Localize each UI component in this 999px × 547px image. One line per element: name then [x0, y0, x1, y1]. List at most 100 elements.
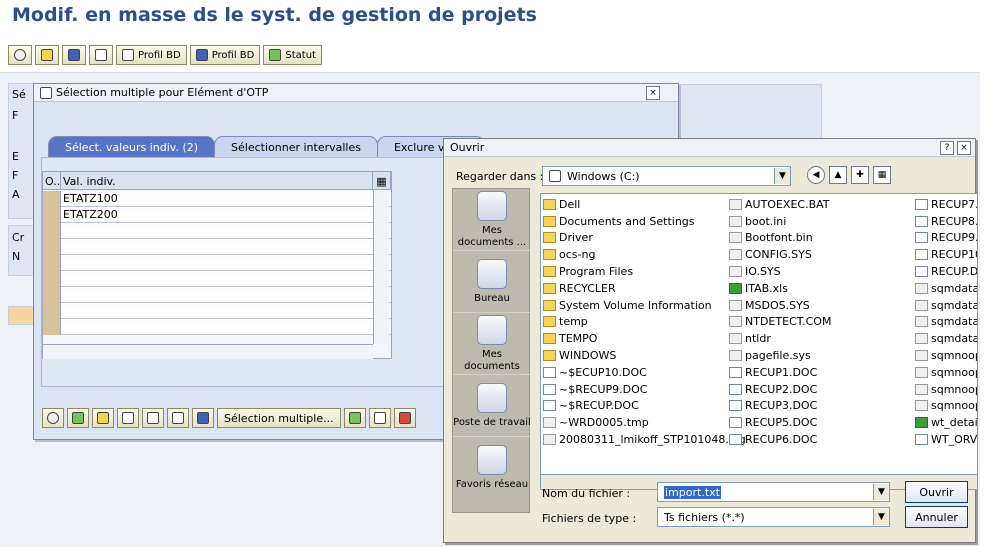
file-item[interactable]: System Volume Information: [543, 297, 728, 314]
file-item[interactable]: NTDETECT.COM: [729, 314, 914, 331]
file-item[interactable]: Bootfont.bin: [729, 230, 914, 247]
file-item[interactable]: RECUP3.DOC: [729, 398, 914, 415]
grid-row[interactable]: [43, 287, 391, 303]
new-folder-icon[interactable]: ✚: [851, 166, 869, 184]
grid-row[interactable]: [43, 303, 391, 319]
apply-button[interactable]: [92, 408, 114, 428]
file-item[interactable]: sqmdata0: [915, 314, 977, 331]
file-item[interactable]: RECUP6.DOC: [729, 431, 914, 448]
file-item[interactable]: RECUP9.D: [915, 230, 977, 247]
back-icon[interactable]: ◀: [807, 166, 825, 184]
close-icon[interactable]: ×: [957, 141, 971, 155]
row-selector[interactable]: [43, 223, 61, 239]
grid-row[interactable]: [43, 223, 391, 239]
file-item[interactable]: sqmnoopt: [915, 364, 977, 381]
grid-row[interactable]: [43, 255, 391, 271]
file-item[interactable]: sqmnoopt: [915, 398, 977, 415]
file-item[interactable]: temp: [543, 314, 728, 331]
file-item[interactable]: RECUP2.DOC: [729, 381, 914, 398]
row-selector[interactable]: [43, 255, 61, 271]
chevron-down-icon[interactable]: ▼: [774, 168, 790, 184]
toolbar-status-button[interactable]: Statut: [263, 45, 322, 65]
check-button[interactable]: [67, 408, 89, 428]
file-item[interactable]: IO.SYS: [729, 263, 914, 280]
file-item[interactable]: ITAB.xls: [729, 280, 914, 297]
file-item[interactable]: sqmnoopt: [915, 347, 977, 364]
row-selector[interactable]: [43, 319, 61, 335]
grid-horizontal-scrollbar[interactable]: [43, 344, 373, 359]
grid-settings-icon[interactable]: ▦: [373, 172, 391, 190]
toolbar-clock-button[interactable]: [8, 45, 32, 65]
grid-cell-value[interactable]: [61, 287, 373, 303]
file-item[interactable]: RECUP10: [915, 246, 977, 263]
tab-single-values[interactable]: Sélect. valeurs indiv. (2): [48, 136, 216, 158]
file-item[interactable]: RECUP8.D: [915, 213, 977, 230]
row-selector[interactable]: [43, 239, 61, 255]
file-item[interactable]: ~$RECUP9.DOC: [543, 381, 728, 398]
toolbar-table-button[interactable]: [89, 45, 113, 65]
grid-row[interactable]: [43, 319, 391, 335]
place-my-computer[interactable]: Poste de travail: [453, 375, 531, 437]
file-item[interactable]: ocs-ng: [543, 246, 728, 263]
file-item[interactable]: WINDOWS: [543, 347, 728, 364]
place-desktop[interactable]: Bureau: [453, 251, 531, 313]
import-button[interactable]: [343, 408, 366, 428]
copy-button[interactable]: [117, 408, 139, 428]
grid-row[interactable]: ETATZ200: [43, 207, 391, 223]
place-my-documents[interactable]: Mes documents ...: [453, 189, 531, 251]
grid-cell-value[interactable]: [61, 223, 373, 239]
grid-row[interactable]: ETATZ100: [43, 191, 391, 207]
multiple-selection-button[interactable]: Sélection multiple...: [217, 408, 341, 428]
grid-cell-value[interactable]: [61, 255, 373, 271]
up-folder-icon[interactable]: ▲: [829, 166, 847, 184]
file-item[interactable]: ~$RECUP.DOC: [543, 398, 728, 415]
row-selector[interactable]: [43, 207, 61, 223]
close-icon[interactable]: ×: [646, 85, 660, 100]
file-item[interactable]: RECUP.DO: [915, 263, 977, 280]
file-item[interactable]: Dell: [543, 196, 728, 213]
file-item[interactable]: ~$ECUP10.DOC: [543, 364, 728, 381]
filetype-select[interactable]: Ts fichiers (*.*) ▼: [657, 507, 890, 527]
toolbar-layout-button[interactable]: [35, 45, 59, 65]
grid-cell-value[interactable]: ETATZ100: [61, 191, 373, 207]
grid-row[interactable]: [43, 271, 391, 287]
place-network-favorites[interactable]: Favoris réseau: [453, 437, 531, 499]
cancel-button[interactable]: [393, 408, 416, 428]
grid-vertical-scrollbar[interactable]: [373, 190, 389, 344]
tab-select-intervals[interactable]: Sélectionner intervalles: [214, 136, 378, 158]
filename-value[interactable]: import.txt: [664, 485, 721, 499]
file-item[interactable]: MSDOS.SYS: [729, 297, 914, 314]
file-item[interactable]: CONFIG.SYS: [729, 246, 914, 263]
grid-cell-value[interactable]: [61, 239, 373, 255]
grid-cell-value[interactable]: ETATZ200: [61, 207, 373, 223]
row-selector[interactable]: [43, 303, 61, 319]
row-selector[interactable]: [43, 191, 61, 207]
grid-cell-value[interactable]: [61, 319, 373, 335]
view-menu-icon[interactable]: ▦: [873, 166, 891, 184]
open-button[interactable]: Ouvrir: [905, 481, 968, 503]
file-list[interactable]: Dell Documents and Settings Driver ocs-n…: [540, 193, 978, 475]
help-icon[interactable]: ?: [940, 141, 954, 155]
file-item[interactable]: sqmnoopt: [915, 381, 977, 398]
grid-cell-value[interactable]: [61, 271, 373, 287]
file-item[interactable]: wt_detail.: [915, 414, 977, 431]
file-item[interactable]: AUTOEXEC.BAT: [729, 196, 914, 213]
file-item[interactable]: boot.ini: [729, 213, 914, 230]
row-selector[interactable]: [43, 271, 61, 287]
look-in-combo[interactable]: Windows (C:) ▼: [542, 166, 791, 186]
file-item[interactable]: 20080311_lmikoff_STP101048.log: [543, 431, 746, 448]
chevron-down-icon[interactable]: ▼: [873, 509, 889, 525]
toolbar-profil-bd-button-1[interactable]: Profil BD: [116, 45, 187, 65]
chevron-down-icon[interactable]: ▼: [873, 484, 889, 500]
file-item[interactable]: ~WRD0005.tmp: [543, 414, 728, 431]
toolbar-profil-bd-button-2[interactable]: Profil BD: [189, 45, 261, 65]
file-item[interactable]: ntldr: [729, 330, 914, 347]
paste-button[interactable]: [142, 408, 164, 428]
cancel-button[interactable]: Annuler: [905, 506, 968, 528]
file-item[interactable]: TEMPO: [543, 330, 728, 347]
grid-row[interactable]: [43, 239, 391, 255]
delete-button[interactable]: [167, 408, 189, 428]
file-item[interactable]: RECYCLER: [543, 280, 728, 297]
grid-cell-value[interactable]: [61, 303, 373, 319]
file-item[interactable]: WT_ORV_: [915, 431, 977, 448]
